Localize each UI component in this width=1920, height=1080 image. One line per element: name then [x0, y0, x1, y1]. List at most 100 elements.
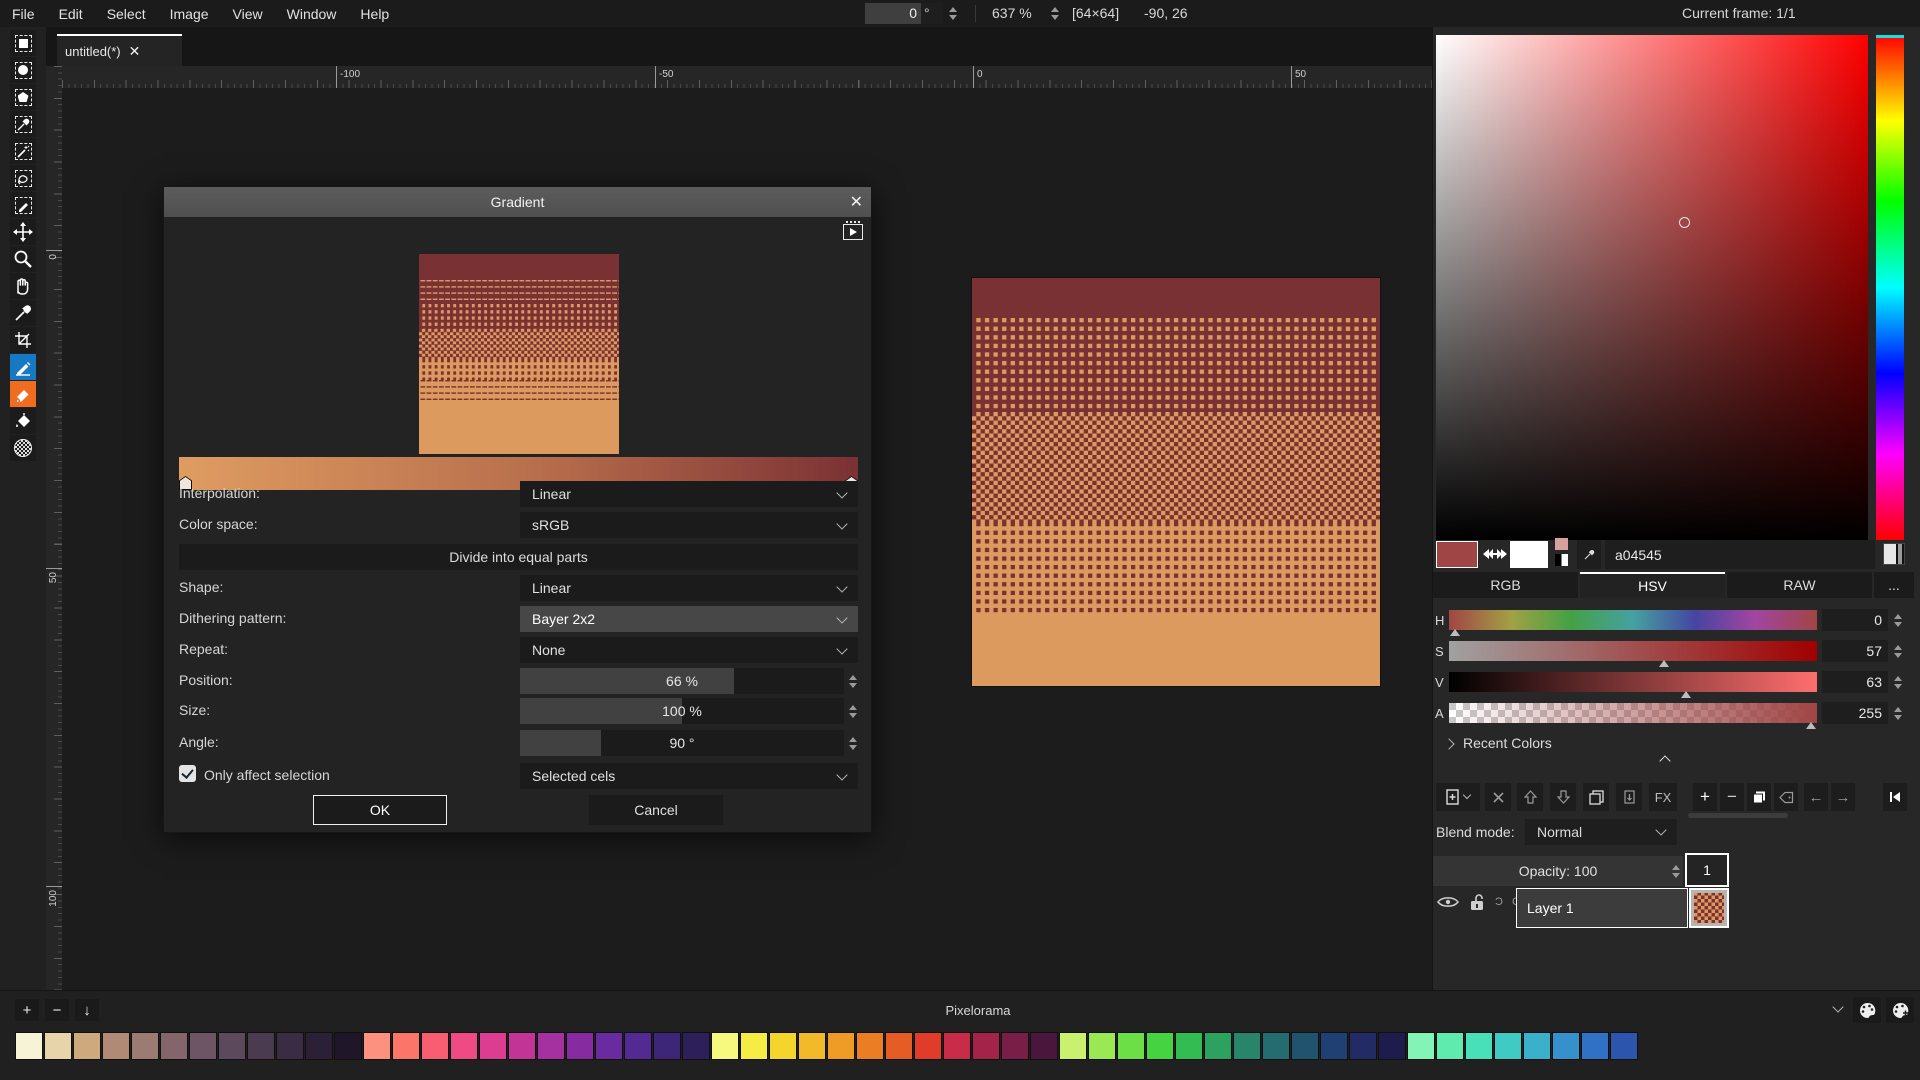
repeat-select[interactable]: None: [520, 637, 858, 663]
hue-spinner-icon[interactable]: [1891, 609, 1905, 631]
palette-swatch[interactable]: [596, 1033, 622, 1059]
palette-swatch[interactable]: [1205, 1033, 1231, 1059]
alpha-spinner-icon[interactable]: [1891, 702, 1905, 724]
only-affect-selection-checkbox[interactable]: [179, 765, 196, 782]
palette-swatch[interactable]: [132, 1033, 158, 1059]
palette-swatch[interactable]: [16, 1033, 42, 1059]
hue-cursor-icon[interactable]: [1876, 35, 1904, 38]
hex-color-input[interactable]: a04545: [1605, 540, 1875, 569]
palette-swatch[interactable]: [683, 1033, 709, 1059]
dialog-title-bar[interactable]: Gradient ✕: [164, 187, 871, 217]
ok-button[interactable]: OK: [313, 795, 447, 825]
saturation-slider-handle-icon[interactable]: [1659, 660, 1669, 667]
timeline-scrollbar[interactable]: [1688, 813, 1788, 818]
size-spinner-icon[interactable]: [846, 698, 860, 724]
tab-more[interactable]: ...: [1874, 572, 1914, 598]
palette-swatch[interactable]: [1350, 1033, 1376, 1059]
angle-slider[interactable]: 90 °: [520, 730, 844, 756]
animate-preview-icon[interactable]: [843, 224, 863, 240]
move-layer-down-button[interactable]: [1550, 783, 1576, 811]
tool-move[interactable]: [10, 219, 36, 245]
move-layer-up-button[interactable]: [1517, 783, 1543, 811]
alt-color-swatch[interactable]: [1555, 538, 1568, 550]
palette-swatch[interactable]: [1263, 1033, 1289, 1059]
add-swatch-button[interactable]: +: [15, 999, 39, 1021]
palette-swatch[interactable]: [944, 1033, 970, 1059]
dithering-select[interactable]: Bayer 2x2: [520, 606, 858, 632]
merge-down-button[interactable]: [1616, 783, 1642, 811]
dialog-close-icon[interactable]: ✕: [850, 192, 863, 212]
palette-swatch[interactable]: [248, 1033, 274, 1059]
colorspace-select[interactable]: sRGB: [520, 512, 858, 538]
saturation-value-picker[interactable]: [1436, 35, 1868, 540]
zoom-spinner-icon[interactable]: [1048, 3, 1062, 24]
hue-slider[interactable]: [1449, 610, 1817, 630]
menu-view[interactable]: View: [221, 6, 275, 22]
palette-swatch[interactable]: [828, 1033, 854, 1059]
menu-help[interactable]: Help: [348, 6, 401, 22]
layer-visibility-eye-icon[interactable]: [1437, 895, 1459, 909]
position-slider[interactable]: 66 %: [520, 668, 844, 694]
background-color-swatch[interactable]: [1510, 541, 1548, 568]
value-value-box[interactable]: 63: [1822, 671, 1888, 693]
palette-swatch[interactable]: [1466, 1033, 1492, 1059]
palette-swatch[interactable]: [625, 1033, 651, 1059]
palette-swatch[interactable]: [364, 1033, 390, 1059]
display-filter-button[interactable]: [1883, 543, 1905, 565]
remove-frame-button[interactable]: −: [1720, 783, 1744, 811]
angle-spinner-icon[interactable]: [846, 730, 860, 756]
palette-swatch[interactable]: [886, 1033, 912, 1059]
palette-swatch[interactable]: [190, 1033, 216, 1059]
tool-color-picker[interactable]: [10, 300, 36, 326]
palette-swatch[interactable]: [509, 1033, 535, 1059]
remove-swatch-button[interactable]: −: [45, 999, 69, 1021]
tool-bucket[interactable]: [10, 408, 36, 434]
menu-file[interactable]: File: [0, 6, 47, 22]
tool-eraser[interactable]: [10, 381, 36, 407]
value-spinner-icon[interactable]: [1891, 671, 1905, 693]
opacity-slider[interactable]: Opacity: 100: [1433, 856, 1683, 886]
hue-slider-handle-icon[interactable]: [1450, 629, 1460, 636]
add-layer-button[interactable]: [1436, 783, 1480, 811]
palette-swatch[interactable]: [567, 1033, 593, 1059]
divide-equal-parts-button[interactable]: Divide into equal parts: [179, 544, 858, 570]
palette-swatch[interactable]: [1176, 1033, 1202, 1059]
palette-swatch[interactable]: [277, 1033, 303, 1059]
tool-shading[interactable]: [10, 435, 36, 461]
saturation-slider[interactable]: [1449, 641, 1817, 661]
tab-raw[interactable]: RAW: [1727, 572, 1872, 598]
palette-swatch[interactable]: [1292, 1033, 1318, 1059]
palette-swatch[interactable]: [393, 1033, 419, 1059]
palette-swatch[interactable]: [799, 1033, 825, 1059]
cel-thumbnail[interactable]: [1689, 888, 1729, 928]
palette-swatch[interactable]: [770, 1033, 796, 1059]
tool-crop[interactable]: [10, 327, 36, 353]
tool-magic-wand[interactable]: [10, 138, 36, 164]
palette-swatch[interactable]: [1379, 1033, 1405, 1059]
menu-edit[interactable]: Edit: [47, 6, 95, 22]
value-slider[interactable]: [1449, 672, 1817, 692]
palette-swatch[interactable]: [1089, 1033, 1115, 1059]
hue-strip[interactable]: [1876, 35, 1904, 540]
palette-swatch[interactable]: [335, 1033, 361, 1059]
blend-mode-select[interactable]: Normal: [1525, 819, 1677, 845]
tool-ellipse-select[interactable]: [10, 57, 36, 83]
prev-frame-button[interactable]: ←: [1804, 783, 1828, 811]
palette-swatch[interactable]: [654, 1033, 680, 1059]
add-frame-button[interactable]: +: [1693, 783, 1717, 811]
new-palette-button[interactable]: [1886, 997, 1914, 1023]
palette-swatch[interactable]: [857, 1033, 883, 1059]
palette-swatch[interactable]: [1234, 1033, 1260, 1059]
palette-swatch[interactable]: [1582, 1033, 1608, 1059]
layer-fx-button[interactable]: FX: [1649, 783, 1677, 811]
palette-swatch[interactable]: [306, 1033, 332, 1059]
panel-collapse-handle[interactable]: [1661, 761, 1669, 765]
layer-lock-icon[interactable]: [1469, 893, 1485, 911]
palette-swatch[interactable]: [741, 1033, 767, 1059]
tool-rectangle-select[interactable]: [10, 30, 36, 56]
next-frame-button[interactable]: →: [1831, 783, 1855, 811]
palette-swatch[interactable]: [451, 1033, 477, 1059]
palette-swatch[interactable]: [1495, 1033, 1521, 1059]
value-slider-handle-icon[interactable]: [1681, 691, 1691, 698]
canvas-image[interactable]: [972, 278, 1380, 686]
